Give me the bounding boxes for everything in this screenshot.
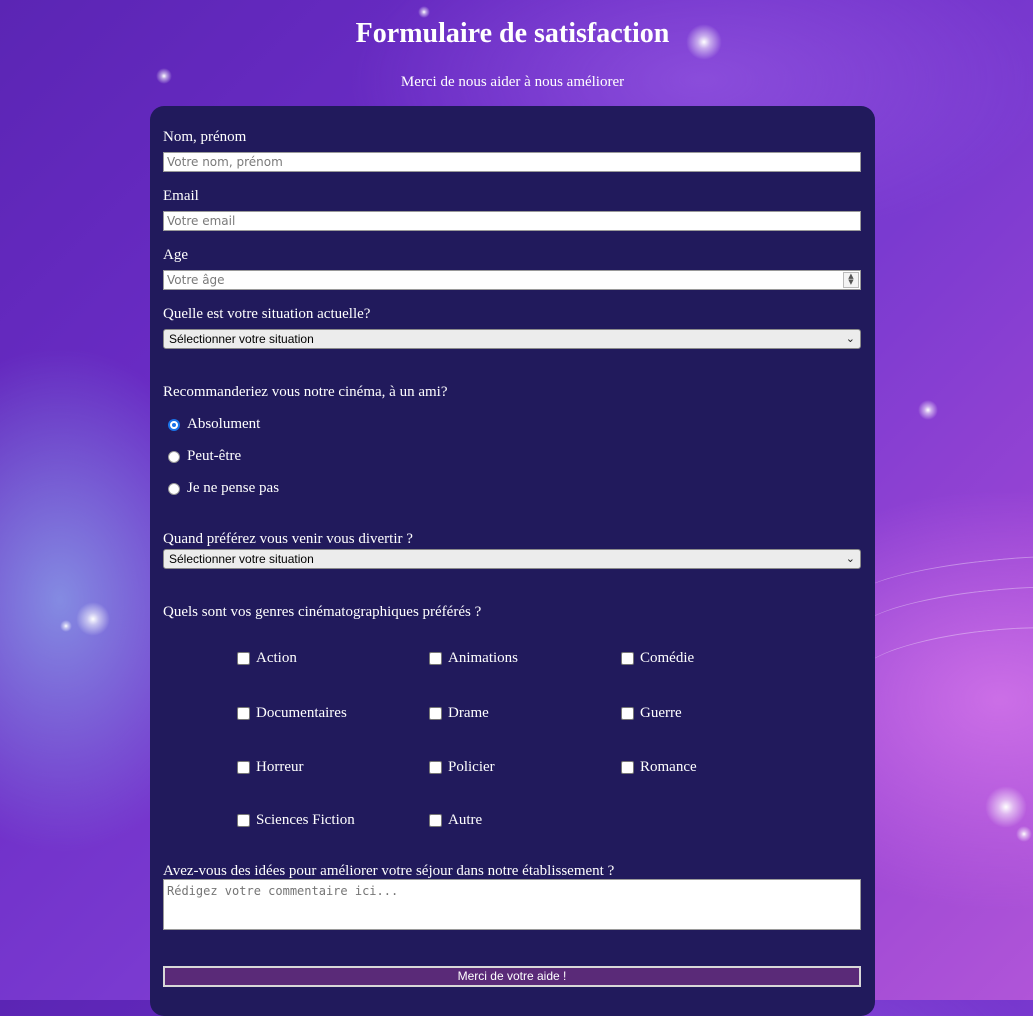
genre-checkbox-guerre[interactable]: Guerre: [621, 705, 682, 722]
email-input-placeholder: Votre email: [167, 214, 236, 228]
genre-checkbox-documentaires[interactable]: Documentaires: [237, 705, 347, 722]
checkbox[interactable]: [237, 761, 250, 774]
page-title: Formulaire de satisfaction: [355, 18, 670, 49]
chevron-down-icon: ⌄: [845, 553, 855, 565]
email-input[interactable]: Votre email: [163, 211, 861, 231]
genre-checkbox-policier[interactable]: Policier: [429, 759, 495, 776]
age-label: Age: [163, 247, 188, 263]
genre-label: Animations: [448, 650, 518, 666]
checkbox[interactable]: [237, 707, 250, 720]
genre-checkbox-drame[interactable]: Drame: [429, 705, 489, 722]
genre-label: Policier: [448, 759, 495, 775]
checkbox[interactable]: [621, 707, 634, 720]
age-input-placeholder: Votre âge: [167, 273, 225, 287]
background-sparkle: [60, 620, 72, 632]
checkbox[interactable]: [429, 814, 442, 827]
background-sparkle: [1016, 826, 1032, 842]
email-label: Email: [163, 188, 199, 204]
genres-label: Quels sont vos genres cinématographiques…: [163, 604, 482, 620]
genre-label: Comédie: [640, 650, 695, 666]
genre-label: Autre: [448, 812, 483, 828]
genre-checkbox-sciences-fiction[interactable]: Sciences Fiction: [237, 812, 355, 829]
radio-option[interactable]: Peut-être: [168, 448, 241, 465]
genre-checkbox-horreur[interactable]: Horreur: [237, 759, 303, 776]
situation-select[interactable]: Sélectionner votre situation ⌄: [163, 329, 861, 349]
radio-option[interactable]: Je ne pense pas: [168, 480, 279, 497]
checkbox[interactable]: [621, 761, 634, 774]
checkbox[interactable]: [237, 814, 250, 827]
checkbox[interactable]: [621, 652, 634, 665]
genre-label: Drame: [448, 705, 489, 721]
radio-option[interactable]: Absolument: [168, 416, 260, 433]
background-sparkle: [418, 6, 430, 18]
genre-checkbox-action[interactable]: Action: [237, 650, 297, 667]
chevron-down-icon: ⌄: [845, 333, 855, 345]
radio-button-checked[interactable]: [168, 418, 180, 431]
submit-button[interactable]: Merci de votre aide !: [163, 966, 861, 987]
radio-button[interactable]: [168, 450, 180, 463]
checkbox[interactable]: [429, 652, 442, 665]
background-sparkle: [76, 602, 110, 636]
genre-checkbox-animations[interactable]: Animations: [429, 650, 518, 667]
name-input-placeholder: Votre nom, prénom: [167, 155, 283, 169]
checkbox[interactable]: [237, 652, 250, 665]
genre-label: Action: [256, 650, 297, 666]
when-select[interactable]: Sélectionner votre situation ⌄: [163, 549, 861, 569]
ideas-label: Avez-vous des idées pour améliorer votre…: [163, 863, 615, 879]
page-subtitle: Merci de nous aider à nous améliorer: [400, 74, 625, 90]
genre-label: Romance: [640, 759, 697, 775]
age-input[interactable]: Votre âge ▲ ▼: [163, 270, 861, 290]
radio-option-label: Je ne pense pas: [187, 480, 280, 496]
genre-label: Documentaires: [256, 705, 347, 721]
checkbox[interactable]: [429, 761, 442, 774]
genre-checkbox-autre[interactable]: Autre: [429, 812, 482, 829]
number-spinner-icon[interactable]: ▲ ▼: [843, 272, 859, 288]
radio-option-label: Absolument: [187, 416, 261, 432]
when-label: Quand préférez vous venir vous divertir …: [163, 531, 413, 547]
checkbox[interactable]: [429, 707, 442, 720]
situation-selected-value: Sélectionner votre situation: [169, 332, 314, 346]
background-sparkle: [918, 400, 938, 420]
radio-option-label: Peut-être: [187, 448, 242, 464]
recommend-label: Recommanderiez vous notre cinéma, à un a…: [163, 384, 448, 400]
genre-checkbox-romance[interactable]: Romance: [621, 759, 697, 776]
genre-label: Sciences Fiction: [256, 812, 355, 828]
radio-button[interactable]: [168, 482, 180, 495]
name-label: Nom, prénom: [163, 129, 247, 145]
genre-label: Guerre: [640, 705, 682, 721]
comment-textarea[interactable]: Rédigez votre commentaire ici...: [163, 879, 861, 930]
when-selected-value: Sélectionner votre situation: [169, 552, 314, 566]
situation-label: Quelle est votre situation actuelle?: [163, 306, 371, 322]
genre-checkbox-comedie[interactable]: Comédie: [621, 650, 694, 667]
genre-label: Horreur: [256, 759, 304, 775]
comment-textarea-placeholder: Rédigez votre commentaire ici...: [167, 884, 399, 898]
name-input[interactable]: Votre nom, prénom: [163, 152, 861, 172]
background-sparkle: [985, 786, 1027, 828]
